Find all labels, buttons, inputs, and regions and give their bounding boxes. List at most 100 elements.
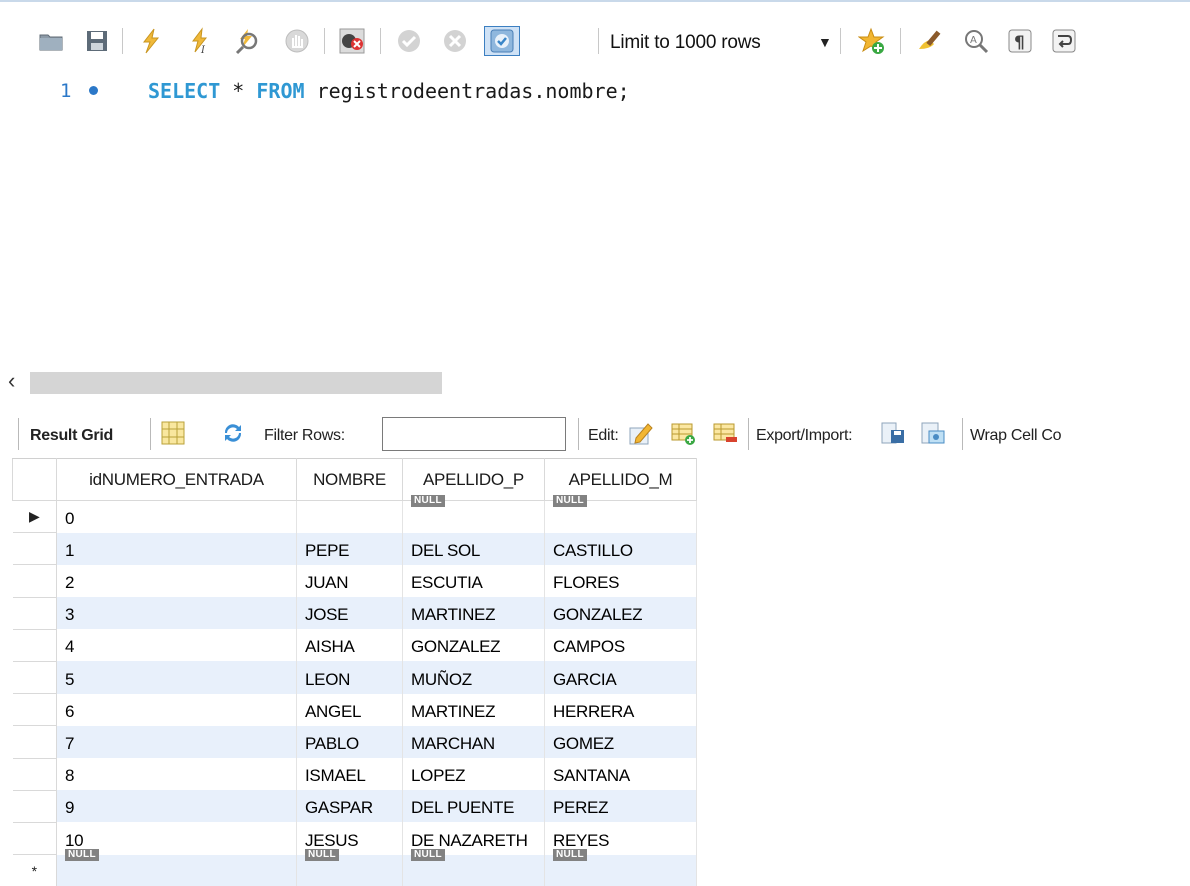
table-cell[interactable]: AISHA <box>296 629 403 662</box>
limit-dropdown-icon[interactable]: ▼ <box>818 34 832 50</box>
new-row[interactable]: * NULL NULL NULL NULL <box>12 848 697 886</box>
table-cell[interactable]: GOMEZ <box>544 725 697 758</box>
table-row[interactable]: 1 PEPE DEL SOL CASTILLO <box>12 532 697 566</box>
table-cell[interactable]: ANGEL <box>296 693 403 726</box>
row-header[interactable] <box>12 597 57 630</box>
row-header[interactable] <box>12 532 57 566</box>
table-cell[interactable]: LOPEZ <box>402 758 545 791</box>
table-cell[interactable]: NULL <box>544 848 697 886</box>
row-header[interactable] <box>12 661 57 695</box>
table-cell[interactable]: NULL <box>296 848 403 886</box>
find-icon[interactable]: A <box>958 26 994 56</box>
table-cell[interactable]: 8 <box>56 758 297 791</box>
table-cell[interactable]: 2 <box>56 564 297 598</box>
table-row[interactable]: 4 AISHA GONZALEZ CAMPOS <box>12 629 697 662</box>
table-cell[interactable]: JUAN <box>296 564 403 598</box>
stop-icon[interactable] <box>278 26 316 56</box>
import-icon[interactable] <box>920 420 946 446</box>
grid-layout-icon[interactable] <box>160 420 186 446</box>
sql-editor[interactable]: 1 SELECT * FROM registrodeentradas.nombr… <box>0 76 1190 366</box>
table-cell[interactable]: FLORES <box>544 564 697 598</box>
table-row[interactable]: 3 JOSE MARTINEZ GONZALEZ <box>12 597 697 630</box>
wrap-lines-icon[interactable] <box>1046 26 1082 56</box>
delete-row-icon[interactable] <box>712 420 738 446</box>
table-cell[interactable]: ISMAEL <box>296 758 403 791</box>
table-cell[interactable]: LEON <box>296 661 403 694</box>
explain-icon[interactable] <box>228 26 268 56</box>
table-cell[interactable]: MARCHAN <box>402 725 545 758</box>
refresh-icon[interactable] <box>220 420 246 446</box>
column-header-nombre[interactable]: NOMBRE <box>296 458 403 501</box>
table-cell[interactable]: 0 <box>56 500 297 533</box>
result-grid-tab[interactable]: Result Grid <box>30 427 113 445</box>
table-cell[interactable]: PEPE <box>296 532 403 565</box>
table-cell[interactable]: MARTINEZ <box>402 597 545 630</box>
table-cell[interactable]: HERRERA <box>544 693 697 726</box>
table-cell[interactable]: JOSE <box>296 597 403 630</box>
table-cell[interactable]: 9 <box>56 790 297 823</box>
save-icon[interactable] <box>80 26 114 56</box>
table-cell[interactable]: DEL SOL <box>402 532 545 565</box>
table-cell[interactable]: GONZALEZ <box>544 597 697 630</box>
row-header[interactable] <box>12 629 57 662</box>
table-cell[interactable]: GARCIA <box>544 661 697 694</box>
table-cell[interactable]: NULL <box>56 848 297 886</box>
rollback-icon[interactable] <box>436 26 474 56</box>
table-row[interactable]: 6 ANGEL MARTINEZ HERRERA <box>12 693 697 727</box>
commit-icon[interactable] <box>390 26 428 56</box>
table-row[interactable]: 9 GASPAR DEL PUENTE PEREZ <box>12 790 697 823</box>
filter-rows-input[interactable] <box>382 417 566 451</box>
selected-row-marker-icon[interactable]: ▶ <box>12 500 57 534</box>
table-cell[interactable]: 4 <box>56 629 297 662</box>
table-cell[interactable]: DEL PUENTE <box>402 790 545 823</box>
row-header[interactable] <box>12 693 57 727</box>
table-cell[interactable]: ESCUTIA <box>402 564 545 598</box>
add-row-icon[interactable] <box>670 420 696 446</box>
autocommit-icon[interactable] <box>484 26 520 56</box>
beautify-icon[interactable] <box>910 26 950 56</box>
execute-current-icon[interactable]: I <box>180 26 220 56</box>
table-cell[interactable]: NULL <box>402 848 545 886</box>
table-cell[interactable]: SANTANA <box>544 758 697 791</box>
table-cell[interactable]: NULL <box>402 495 545 533</box>
table-cell[interactable]: MARTINEZ <box>402 693 545 726</box>
row-header[interactable] <box>12 758 57 791</box>
row-header[interactable] <box>12 790 57 823</box>
table-cell[interactable]: MUÑOZ <box>402 661 545 694</box>
row-header[interactable] <box>12 725 57 759</box>
open-folder-icon[interactable] <box>34 26 68 56</box>
row-header[interactable] <box>12 822 57 856</box>
row-header[interactable] <box>12 564 57 598</box>
scrollbar-thumb[interactable] <box>30 372 442 394</box>
limit-rows-select[interactable]: Limit to 1000 rows <box>610 32 761 54</box>
table-row[interactable]: 7 PABLO MARCHAN GOMEZ <box>12 725 697 759</box>
table-cell[interactable] <box>296 500 403 533</box>
table-cell[interactable]: 5 <box>56 661 297 694</box>
table-cell[interactable]: PEREZ <box>544 790 697 823</box>
sql-statement[interactable]: SELECT * FROM registrodeentradas.nombre; <box>148 79 630 103</box>
table-cell[interactable]: 3 <box>56 597 297 630</box>
column-header-id[interactable]: idNUMERO_ENTRADA <box>56 458 297 501</box>
table-row[interactable]: 5 LEON MUÑOZ GARCIA <box>12 661 697 695</box>
execute-icon[interactable] <box>132 26 170 56</box>
table-cell[interactable]: 6 <box>56 693 297 726</box>
table-row[interactable]: 2 JUAN ESCUTIA FLORES <box>12 564 697 598</box>
editor-horizontal-scrollbar[interactable]: ‹ <box>0 366 1190 396</box>
table-cell[interactable]: GASPAR <box>296 790 403 823</box>
table-cell[interactable]: GONZALEZ <box>402 629 545 662</box>
table-cell[interactable]: PABLO <box>296 725 403 758</box>
invisible-chars-icon[interactable]: ¶ <box>1002 26 1038 56</box>
add-snippet-icon[interactable] <box>852 26 892 56</box>
edit-row-icon[interactable] <box>628 420 654 446</box>
scroll-left-icon[interactable]: ‹ <box>8 368 15 394</box>
table-row[interactable]: ▶ 0 NULL NULL <box>12 495 697 534</box>
export-icon[interactable] <box>880 420 906 446</box>
new-row-marker-icon[interactable]: * <box>12 854 57 886</box>
table-row[interactable]: 10 JESUS DE NAZARETH REYES <box>12 822 697 856</box>
table-cell[interactable]: CASTILLO <box>544 532 697 565</box>
toggle-stop-on-error-icon[interactable] <box>332 26 372 56</box>
table-row[interactable]: 8 ISMAEL LOPEZ SANTANA <box>12 758 697 791</box>
table-cell[interactable]: CAMPOS <box>544 629 697 662</box>
table-cell[interactable]: NULL <box>544 495 697 533</box>
wrap-cell-content-label[interactable]: Wrap Cell Co <box>970 427 1062 445</box>
